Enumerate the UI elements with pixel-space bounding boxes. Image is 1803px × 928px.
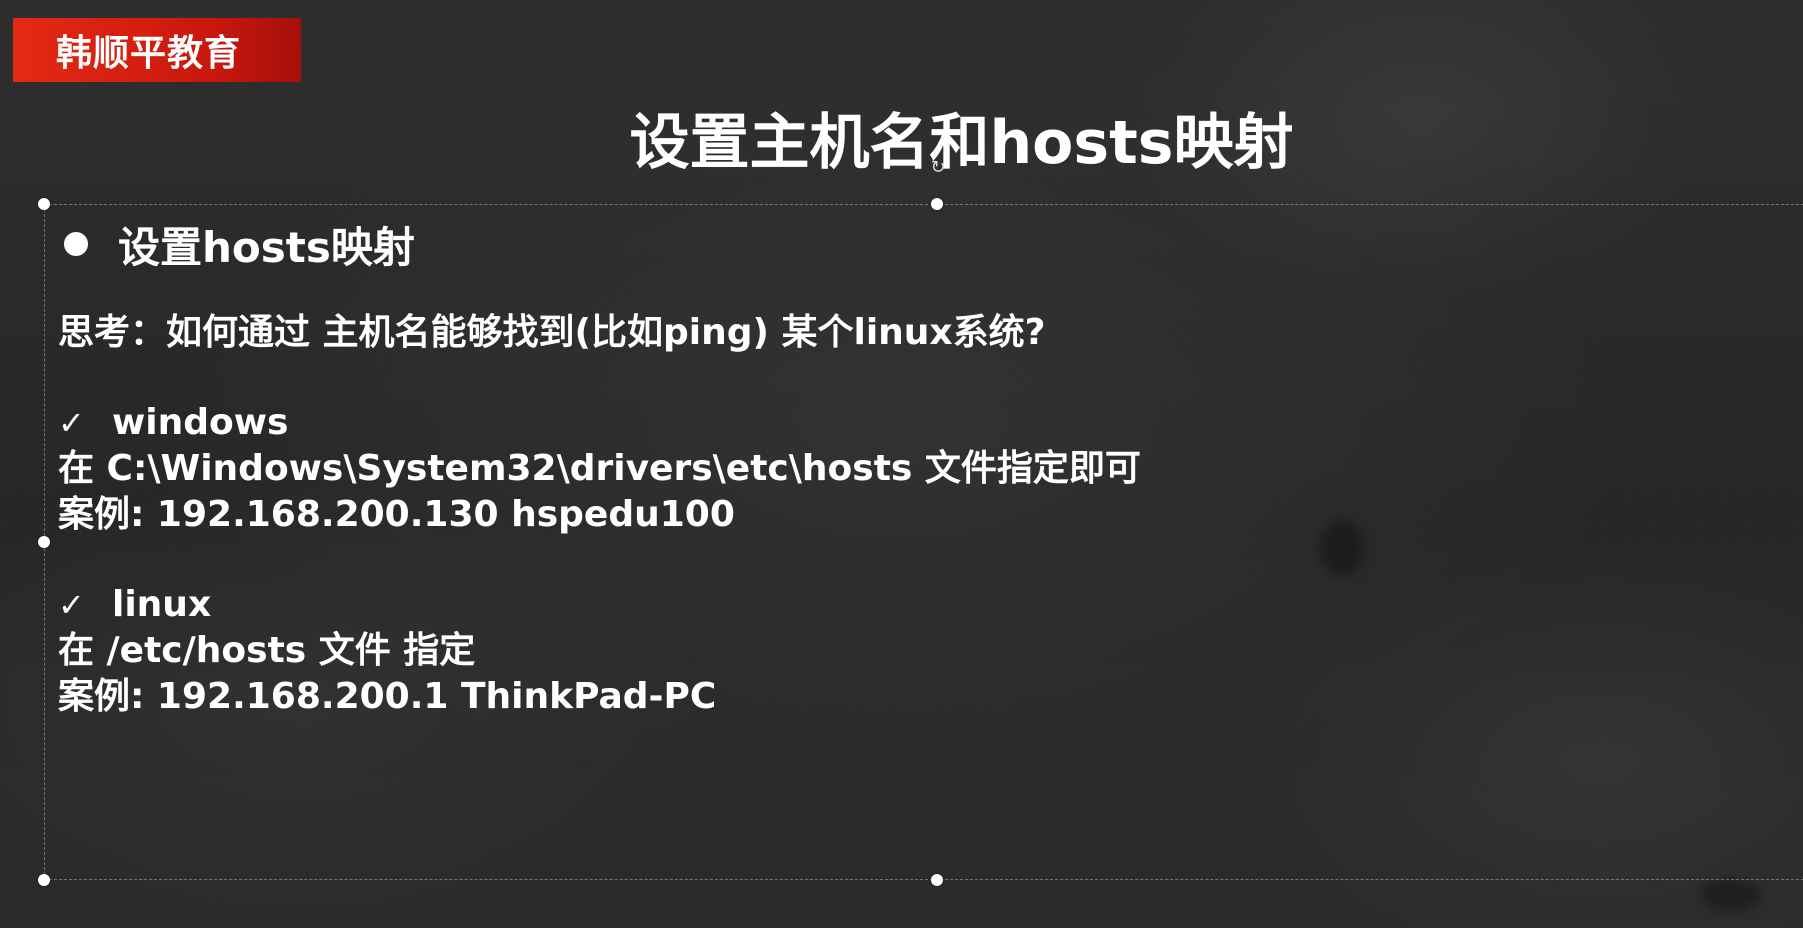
slide-body[interactable]: 设置hosts映射 思考：如何通过 主机名能够找到(比如ping) 某个linu… (58, 214, 1558, 720)
resize-handle-top-left[interactable] (38, 198, 50, 210)
resize-handle-middle-left[interactable] (38, 536, 50, 548)
resize-handle-bottom-left[interactable] (38, 874, 50, 886)
linux-hosts-location: 在 /etc/hosts 文件 指定 (58, 630, 476, 671)
brand-name: 韩顺平教育 (56, 33, 242, 74)
windows-hosts-location: 在 C:\Windows\System32\drivers\etc\hosts … (58, 448, 1141, 489)
section-heading: 设置hosts映射 (118, 222, 415, 272)
slide-title[interactable]: 设置主机名和hosts映射 (0, 94, 1803, 181)
check-icon: ✓ (58, 404, 85, 442)
question-text: 思考：如何通过 主机名能够找到(比如ping) 某个linux系统? (58, 312, 1046, 353)
linux-heading-row: ✓ linux (58, 582, 1558, 628)
windows-heading-row: ✓ windows (58, 400, 1558, 446)
brand-badge: 韩顺平教育 (13, 18, 301, 82)
linux-example: 案例: 192.168.200.1 ThinkPad-PC (58, 676, 717, 717)
rotate-handle-icon[interactable]: ↻ (928, 158, 948, 178)
check-icon: ✓ (58, 586, 85, 624)
windows-example: 案例: 192.168.200.130 hspedu100 (58, 494, 735, 535)
linux-label: linux (112, 584, 212, 625)
resize-handle-top-middle[interactable] (931, 198, 943, 210)
section-heading-row: 设置hosts映射 (58, 214, 1558, 274)
chalk-smudge (1700, 880, 1760, 910)
resize-handle-bottom-middle[interactable] (931, 874, 943, 886)
windows-label: windows (112, 402, 289, 443)
bullet-icon (64, 232, 88, 256)
